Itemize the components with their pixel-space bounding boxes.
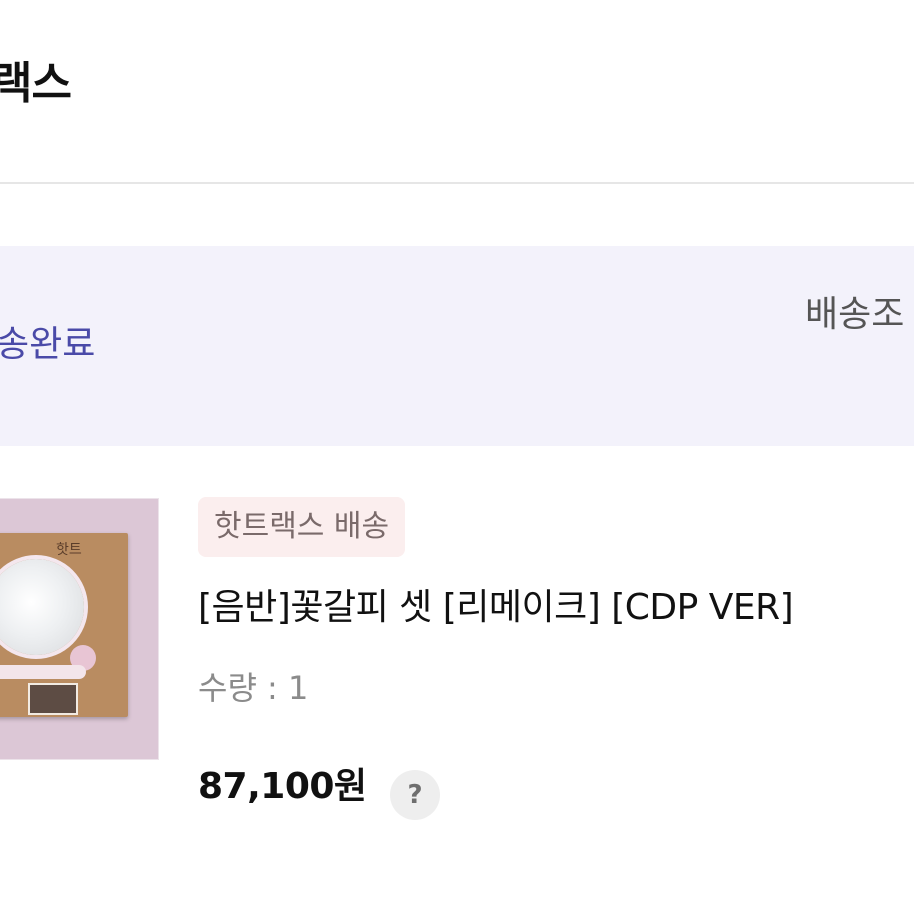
- delivery-tracking-link[interactable]: 배송조: [805, 292, 904, 338]
- product-name[interactable]: [음반]꽃갈피 셋 [리메이크] [CDP VER]: [198, 584, 794, 632]
- product-price: 87,100원: [198, 766, 367, 807]
- album-logo: 핫트: [56, 542, 82, 558]
- product-thumbnail[interactable]: 핫트: [0, 498, 159, 760]
- album-cover-image: 핫트: [0, 533, 128, 717]
- product-quantity: 수량 : 1: [198, 669, 309, 707]
- order-detail-page: 랙스 송완료 배송조 핫트 핫트랙스 배송 [음반]꽃갈피 셋 [리메이크] […: [0, 0, 914, 914]
- price-help-icon[interactable]: ?: [390, 770, 440, 820]
- delivery-status-text: 송완료: [0, 324, 96, 365]
- delivery-status-panel: [0, 246, 914, 446]
- shipping-badge: 핫트랙스 배송: [198, 497, 406, 557]
- header-divider: [0, 182, 914, 184]
- cd-player-disc: [0, 559, 84, 655]
- cd-player-control-strip: [0, 665, 86, 679]
- album-photo-card: [28, 683, 78, 715]
- page-title: 랙스: [0, 58, 72, 109]
